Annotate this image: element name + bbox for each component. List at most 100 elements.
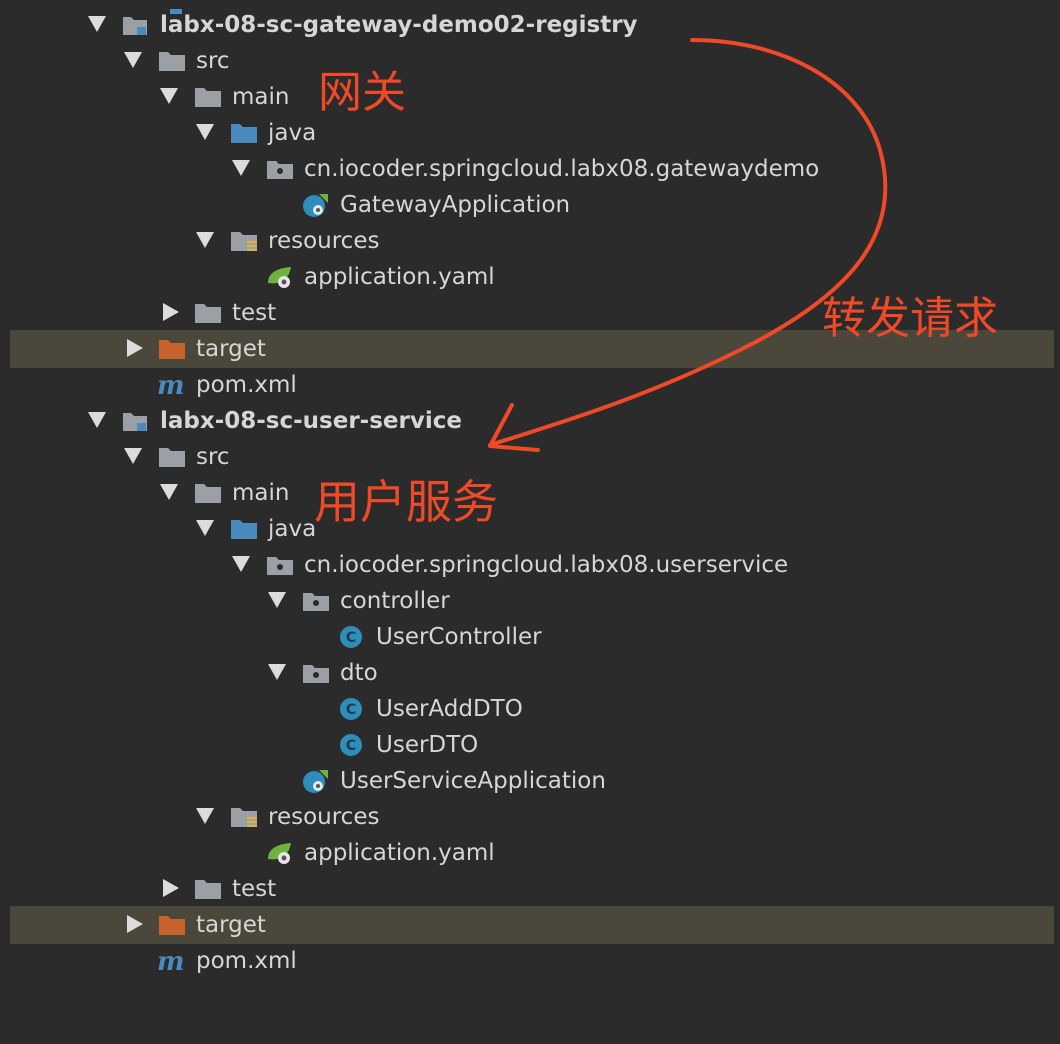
tree-node-label: resources: [268, 804, 380, 830]
tree-node-label: application.yaml: [304, 840, 495, 866]
expand-arrow-down-icon[interactable]: [88, 16, 106, 32]
spring-boot-class-icon: [301, 769, 331, 793]
collapsed-arrow-right-icon[interactable]: [127, 915, 143, 933]
tree-node[interactable]: target: [10, 906, 1054, 944]
expand-arrow-down-icon[interactable]: [196, 808, 214, 824]
tree-node-label: UserServiceApplication: [340, 768, 606, 794]
collapsed-arrow-right-icon[interactable]: [163, 303, 179, 321]
tree-node[interactable]: m pom.xml: [10, 942, 1054, 980]
svg-text:m: m: [157, 949, 185, 973]
collapsed-arrow-right-icon[interactable]: [127, 339, 143, 357]
tree-node[interactable]: resources: [10, 798, 1054, 836]
expand-arrow-down-icon[interactable]: [232, 160, 250, 176]
package-icon: [301, 661, 331, 685]
annotation-gateway: 网关: [318, 67, 406, 118]
source-folder-icon: [229, 121, 259, 145]
expand-arrow-down-icon[interactable]: [160, 88, 178, 104]
tree-node[interactable]: GatewayApplication: [10, 186, 1054, 224]
tree-node[interactable]: java: [10, 114, 1054, 152]
tree-node-label: UserController: [376, 624, 542, 650]
tree-node[interactable]: C UserAddDTO: [10, 690, 1054, 728]
module-folder-icon: [121, 13, 151, 37]
tree-node-label: target: [196, 336, 266, 362]
tree-node-label: resources: [268, 228, 380, 254]
tree-node[interactable]: dto: [10, 654, 1054, 692]
folder-icon: [193, 877, 223, 901]
tree-node-label: UserAddDTO: [376, 696, 523, 722]
tree-node[interactable]: labx-08-sc-user-service: [10, 402, 1054, 440]
expand-arrow-down-icon[interactable]: [196, 124, 214, 140]
package-icon: [265, 553, 295, 577]
annotation-forward-request: 转发请求: [822, 293, 998, 344]
package-icon: [301, 589, 331, 613]
tree-node[interactable]: C UserController: [10, 618, 1054, 656]
expand-arrow-down-icon[interactable]: [124, 52, 142, 68]
tree-node[interactable]: test: [10, 870, 1054, 908]
folder-icon: [193, 481, 223, 505]
tree-node[interactable]: cn.iocoder.springcloud.labx08.userservic…: [10, 546, 1054, 584]
class-icon: C: [337, 625, 367, 649]
project-tree: labx-08-sc-gateway-demo02-registry src mai…: [0, 0, 1060, 1044]
cut-off-row-above: [0, 0, 1060, 14]
expand-arrow-down-icon[interactable]: [196, 232, 214, 248]
tree-node-label: UserDTO: [376, 732, 479, 758]
tree-node-label: pom.xml: [196, 948, 297, 974]
expand-arrow-down-icon[interactable]: [268, 592, 286, 608]
tree-node[interactable]: src: [10, 42, 1054, 80]
tree-node-label: main: [232, 84, 290, 110]
source-folder-icon: [229, 517, 259, 541]
tree-node[interactable]: resources: [10, 222, 1054, 260]
expand-arrow-down-icon[interactable]: [268, 664, 286, 680]
tree-node-label: controller: [340, 588, 450, 614]
tree-node[interactable]: controller: [10, 582, 1054, 620]
tree-node[interactable]: java: [10, 510, 1054, 548]
maven-icon: m: [157, 371, 187, 401]
tree-node-label: pom.xml: [196, 372, 297, 398]
folder-icon: [193, 301, 223, 325]
spring-config-icon: [265, 265, 295, 289]
tree-node-label: application.yaml: [304, 264, 495, 290]
tree-node[interactable]: main: [10, 474, 1054, 512]
tree-node-label: target: [196, 912, 266, 938]
tree-node[interactable]: C UserDTO: [10, 726, 1054, 764]
svg-text:C: C: [346, 738, 356, 754]
svg-text:C: C: [346, 702, 356, 718]
tree-node-label: java: [268, 120, 317, 146]
expand-arrow-down-icon[interactable]: [196, 520, 214, 536]
module-folder-icon: [121, 409, 151, 433]
tree-node-label: cn.iocoder.springcloud.labx08.userservic…: [304, 552, 789, 578]
svg-text:m: m: [157, 373, 185, 397]
class-icon: C: [337, 733, 367, 757]
cut-off-row-icon: [170, 9, 182, 14]
svg-text:C: C: [346, 630, 356, 646]
expand-arrow-down-icon[interactable]: [88, 412, 106, 428]
tree-node-label: labx-08-sc-user-service: [160, 408, 462, 434]
tree-node[interactable]: m pom.xml: [10, 366, 1054, 404]
class-icon: C: [337, 697, 367, 721]
tree-node[interactable]: cn.iocoder.springcloud.labx08.gatewaydem…: [10, 150, 1054, 188]
spring-boot-class-icon: [301, 193, 331, 217]
resources-folder-icon: [229, 805, 259, 829]
tree-node[interactable]: src: [10, 438, 1054, 476]
excluded-folder-icon: [157, 337, 187, 361]
package-icon: [265, 157, 295, 181]
folder-icon: [157, 445, 187, 469]
tree-node[interactable]: application.yaml: [10, 834, 1054, 872]
expand-arrow-down-icon[interactable]: [124, 448, 142, 464]
tree-node-label: java: [268, 516, 317, 542]
tree-node[interactable]: main: [10, 78, 1054, 116]
tree-node-label: main: [232, 480, 290, 506]
tree-node-label: cn.iocoder.springcloud.labx08.gatewaydem…: [304, 156, 820, 182]
tree-node-label: src: [196, 444, 230, 470]
resources-folder-icon: [229, 229, 259, 253]
tree-node[interactable]: UserServiceApplication: [10, 762, 1054, 800]
spring-config-icon: [265, 841, 295, 865]
expand-arrow-down-icon[interactable]: [232, 556, 250, 572]
folder-icon: [157, 49, 187, 73]
collapsed-arrow-right-icon[interactable]: [163, 879, 179, 897]
expand-arrow-down-icon[interactable]: [160, 484, 178, 500]
tree-node-label: test: [232, 300, 277, 326]
annotation-user-service: 用户服务: [314, 475, 498, 529]
tree-node-label: GatewayApplication: [340, 192, 571, 218]
excluded-folder-icon: [157, 913, 187, 937]
